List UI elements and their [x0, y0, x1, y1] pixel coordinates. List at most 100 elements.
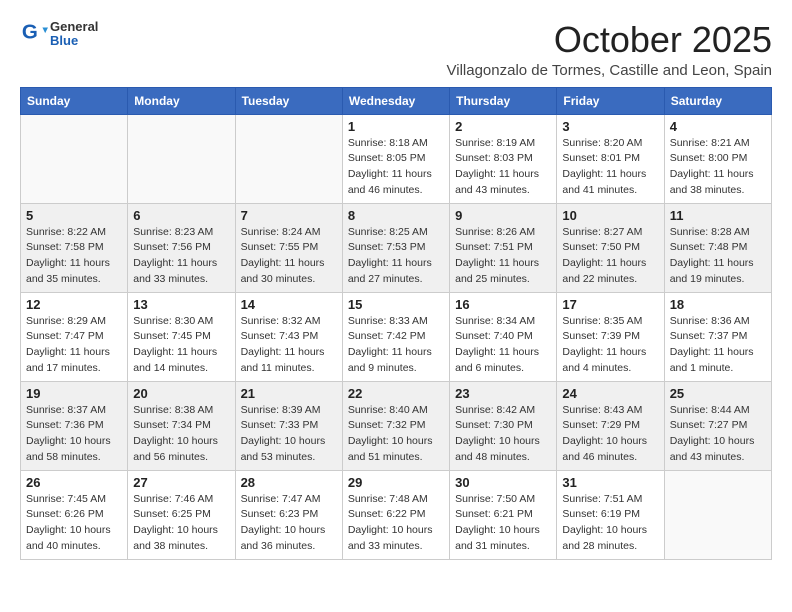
day-number: 20	[133, 386, 229, 401]
calendar-week-row-3: 19Sunrise: 8:37 AM Sunset: 7:36 PM Dayli…	[21, 381, 772, 470]
day-number: 1	[348, 119, 444, 134]
weekday-header-thursday: Thursday	[450, 87, 557, 114]
day-info: Sunrise: 7:45 AM Sunset: 6:26 PM Dayligh…	[26, 492, 122, 555]
calendar-cell: 11Sunrise: 8:28 AM Sunset: 7:48 PM Dayli…	[664, 203, 771, 292]
day-info: Sunrise: 7:47 AM Sunset: 6:23 PM Dayligh…	[241, 492, 337, 555]
day-number: 27	[133, 475, 229, 490]
calendar-week-row-2: 12 Sunrise: 8:29 AM Sunset: 7:47 PM Dayli…	[21, 292, 772, 381]
day-number: 21	[241, 386, 337, 401]
day-number: 29	[348, 475, 444, 490]
day-info: Sunrise: 8:32 AM Sunset: 7:43 PM Dayligh…	[241, 314, 337, 377]
day-number: 11	[670, 208, 766, 223]
day-info: Sunrise: 7:46 AM Sunset: 6:25 PM Dayligh…	[133, 492, 229, 555]
calendar-cell	[664, 470, 771, 559]
calendar-week-row-0: 1Sunrise: 8:18 AM Sunset: 8:05 PM Daylig…	[21, 114, 772, 203]
day-info: Sunrise: 8:25 AM Sunset: 7:53 PM Dayligh…	[348, 225, 444, 288]
logo-text: General Blue	[50, 20, 98, 49]
day-number: 8	[348, 208, 444, 223]
calendar-cell: 7Sunrise: 8:24 AM Sunset: 7:55 PM Daylig…	[235, 203, 342, 292]
day-number: 13	[133, 297, 229, 312]
calendar-cell: 30 Sunrise: 7:50 AM Sunset: 6:21 PM Dayli…	[450, 470, 557, 559]
day-info: Sunrise: 8:34 AM Sunset: 7:40 PM Dayligh…	[455, 314, 551, 377]
day-number: 4	[670, 119, 766, 134]
calendar-cell	[21, 114, 128, 203]
day-info: Sunrise: 8:40 AM Sunset: 7:32 PM Dayligh…	[348, 403, 444, 466]
calendar-cell: 20 Sunrise: 8:38 AM Sunset: 7:34 PM Dayli…	[128, 381, 235, 470]
calendar-cell: 28Sunrise: 7:47 AM Sunset: 6:23 PM Dayli…	[235, 470, 342, 559]
calendar-cell: 14 Sunrise: 8:32 AM Sunset: 7:43 PM Dayli…	[235, 292, 342, 381]
calendar-week-row-4: 26 Sunrise: 7:45 AM Sunset: 6:26 PM Dayli…	[21, 470, 772, 559]
day-info: Sunrise: 8:33 AM Sunset: 7:42 PM Dayligh…	[348, 314, 444, 377]
calendar-table: SundayMondayTuesdayWednesdayThursdayFrid…	[20, 87, 772, 560]
calendar-cell: 1Sunrise: 8:18 AM Sunset: 8:05 PM Daylig…	[342, 114, 449, 203]
day-number: 30	[455, 475, 551, 490]
weekday-header-wednesday: Wednesday	[342, 87, 449, 114]
day-info: Sunrise: 8:21 AM Sunset: 8:00 PM Dayligh…	[670, 136, 766, 199]
calendar-cell: 27 Sunrise: 7:46 AM Sunset: 6:25 PM Dayli…	[128, 470, 235, 559]
calendar-cell: 9Sunrise: 8:26 AM Sunset: 7:51 PM Daylig…	[450, 203, 557, 292]
day-info: Sunrise: 8:29 AM Sunset: 7:47 PM Dayligh…	[26, 314, 122, 377]
calendar-cell: 25 Sunrise: 8:44 AM Sunset: 7:27 PM Dayli…	[664, 381, 771, 470]
day-info: Sunrise: 8:43 AM Sunset: 7:29 PM Dayligh…	[562, 403, 658, 466]
calendar-cell: 8 Sunrise: 8:25 AM Sunset: 7:53 PM Daylig…	[342, 203, 449, 292]
weekday-header-saturday: Saturday	[664, 87, 771, 114]
calendar-cell: 2 Sunrise: 8:19 AM Sunset: 8:03 PM Daylig…	[450, 114, 557, 203]
day-number: 26	[26, 475, 122, 490]
day-number: 25	[670, 386, 766, 401]
day-info: Sunrise: 8:20 AM Sunset: 8:01 PM Dayligh…	[562, 136, 658, 199]
day-info: Sunrise: 8:39 AM Sunset: 7:33 PM Dayligh…	[241, 403, 337, 466]
day-number: 3	[562, 119, 658, 134]
weekday-header-sunday: Sunday	[21, 87, 128, 114]
calendar-cell: 23Sunrise: 8:42 AM Sunset: 7:30 PM Dayli…	[450, 381, 557, 470]
weekday-header-monday: Monday	[128, 87, 235, 114]
day-number: 18	[670, 297, 766, 312]
logo: G General Blue	[20, 20, 98, 49]
calendar-cell	[128, 114, 235, 203]
day-number: 31	[562, 475, 658, 490]
day-number: 22	[348, 386, 444, 401]
day-number: 5	[26, 208, 122, 223]
day-number: 17	[562, 297, 658, 312]
day-number: 14	[241, 297, 337, 312]
title-area: October 2025 Villagonzalo de Tormes, Cas…	[447, 20, 773, 79]
calendar-cell: 15 Sunrise: 8:33 AM Sunset: 7:42 PM Dayli…	[342, 292, 449, 381]
day-number: 12	[26, 297, 122, 312]
calendar-cell: 4 Sunrise: 8:21 AM Sunset: 8:00 PM Daylig…	[664, 114, 771, 203]
calendar-cell: 18Sunrise: 8:36 AM Sunset: 7:37 PM Dayli…	[664, 292, 771, 381]
day-number: 2	[455, 119, 551, 134]
day-info: Sunrise: 7:50 AM Sunset: 6:21 PM Dayligh…	[455, 492, 551, 555]
calendar-cell: 22 Sunrise: 8:40 AM Sunset: 7:32 PM Dayli…	[342, 381, 449, 470]
calendar-cell: 10Sunrise: 8:27 AM Sunset: 7:50 PM Dayli…	[557, 203, 664, 292]
day-info: Sunrise: 7:48 AM Sunset: 6:22 PM Dayligh…	[348, 492, 444, 555]
weekday-header-friday: Friday	[557, 87, 664, 114]
day-info: Sunrise: 8:19 AM Sunset: 8:03 PM Dayligh…	[455, 136, 551, 199]
location-title: Villagonzalo de Tormes, Castille and Leo…	[447, 62, 773, 79]
day-info: Sunrise: 8:30 AM Sunset: 7:45 PM Dayligh…	[133, 314, 229, 377]
day-number: 24	[562, 386, 658, 401]
calendar-cell: 6Sunrise: 8:23 AM Sunset: 7:56 PM Daylig…	[128, 203, 235, 292]
day-number: 10	[562, 208, 658, 223]
logo-icon: G	[20, 20, 48, 48]
day-number: 7	[241, 208, 337, 223]
day-info: Sunrise: 8:37 AM Sunset: 7:36 PM Dayligh…	[26, 403, 122, 466]
calendar-cell: 13 Sunrise: 8:30 AM Sunset: 7:45 PM Dayli…	[128, 292, 235, 381]
logo-blue: Blue	[50, 34, 98, 48]
day-number: 23	[455, 386, 551, 401]
day-number: 9	[455, 208, 551, 223]
calendar-cell: 5Sunrise: 8:22 AM Sunset: 7:58 PM Daylig…	[21, 203, 128, 292]
day-info: Sunrise: 8:35 AM Sunset: 7:39 PM Dayligh…	[562, 314, 658, 377]
calendar-cell: 12 Sunrise: 8:29 AM Sunset: 7:47 PM Dayli…	[21, 292, 128, 381]
calendar-cell: 17 Sunrise: 8:35 AM Sunset: 7:39 PM Dayli…	[557, 292, 664, 381]
day-number: 15	[348, 297, 444, 312]
day-info: Sunrise: 8:23 AM Sunset: 7:56 PM Dayligh…	[133, 225, 229, 288]
day-info: Sunrise: 8:44 AM Sunset: 7:27 PM Dayligh…	[670, 403, 766, 466]
weekday-header-row: SundayMondayTuesdayWednesdayThursdayFrid…	[21, 87, 772, 114]
calendar-cell: 31 Sunrise: 7:51 AM Sunset: 6:19 PM Dayli…	[557, 470, 664, 559]
month-title: October 2025	[447, 20, 773, 60]
calendar-cell: 19Sunrise: 8:37 AM Sunset: 7:36 PM Dayli…	[21, 381, 128, 470]
day-info: Sunrise: 8:38 AM Sunset: 7:34 PM Dayligh…	[133, 403, 229, 466]
day-info: Sunrise: 7:51 AM Sunset: 6:19 PM Dayligh…	[562, 492, 658, 555]
calendar-cell: 29 Sunrise: 7:48 AM Sunset: 6:22 PM Dayli…	[342, 470, 449, 559]
svg-text:G: G	[22, 21, 38, 44]
calendar-cell	[235, 114, 342, 203]
